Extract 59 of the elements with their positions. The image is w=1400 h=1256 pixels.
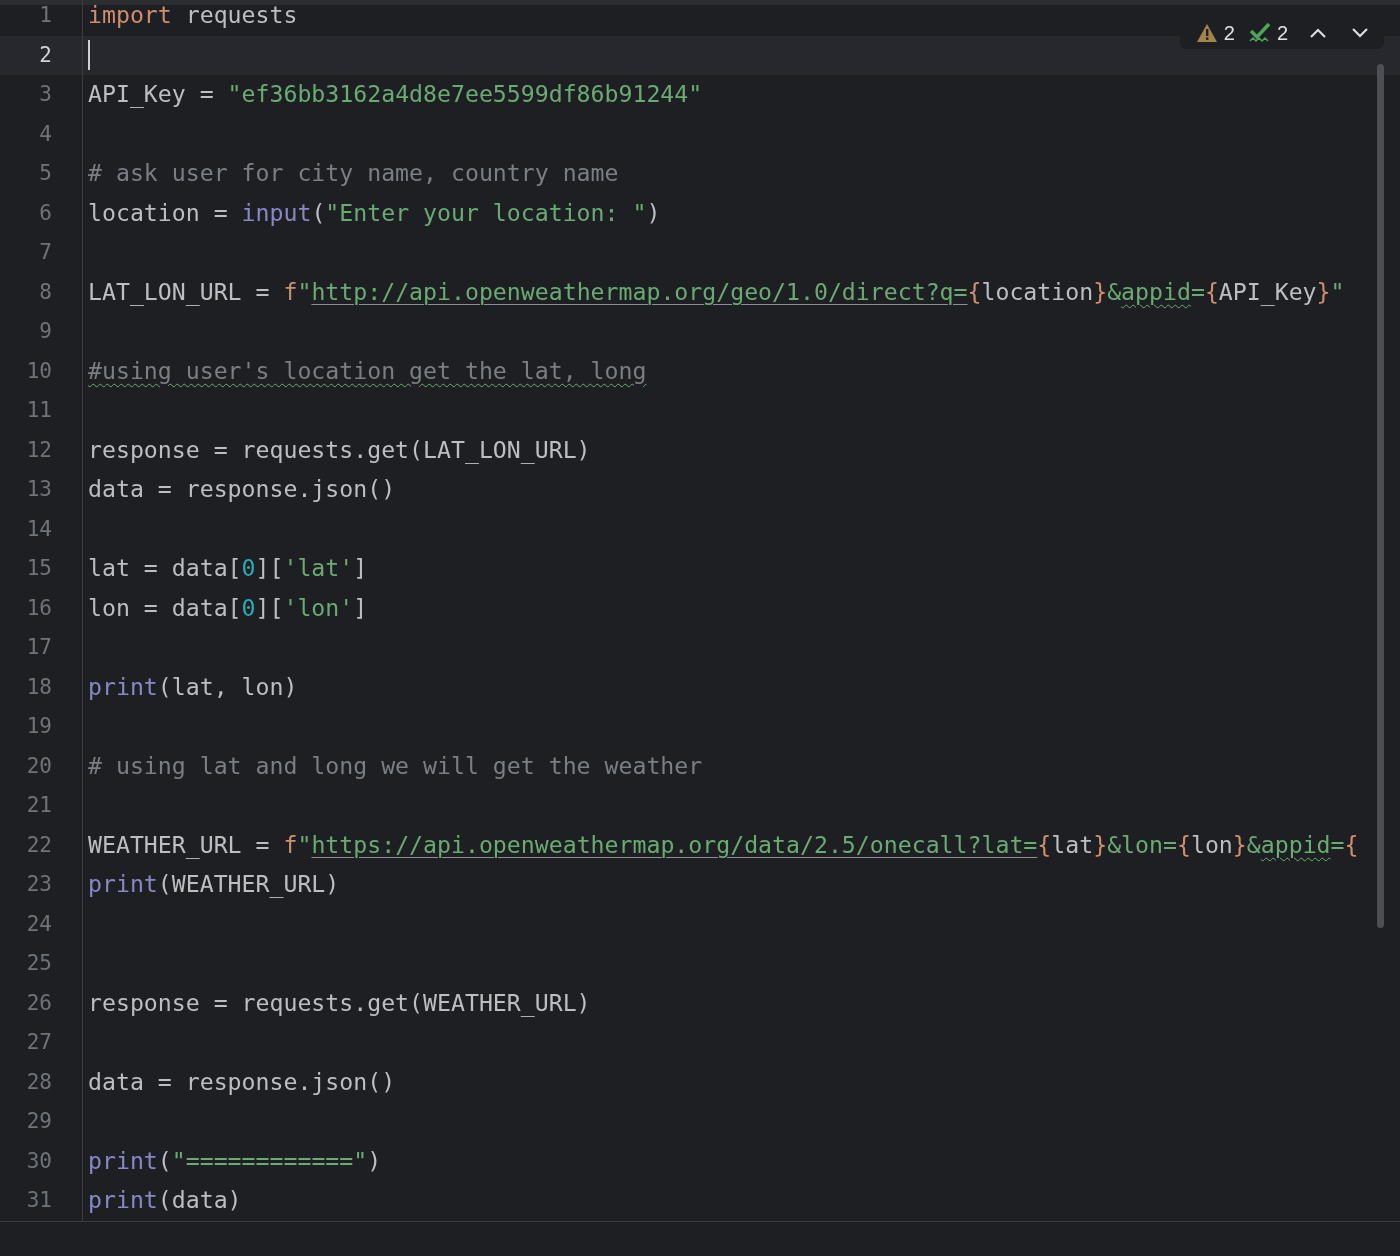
previous-button[interactable] bbox=[1310, 27, 1326, 38]
line-number: 17 bbox=[26, 634, 52, 661]
line-number: 10 bbox=[26, 357, 52, 385]
text-cursor bbox=[88, 40, 90, 71]
scrollbar[interactable] bbox=[1377, 64, 1384, 928]
chevron-up-icon bbox=[1310, 27, 1326, 38]
line-number: 18 bbox=[26, 673, 52, 701]
line-number: 20 bbox=[26, 752, 52, 780]
line-number: 4 bbox=[39, 120, 52, 148]
line-number: 1 bbox=[39, 2, 52, 29]
spellcheck-icon bbox=[1248, 21, 1271, 44]
line-number: 7 bbox=[39, 239, 52, 266]
line-number: 26 bbox=[26, 989, 52, 1017]
line-number: 28 bbox=[26, 1068, 52, 1096]
code-line: # using lat and long we will get the weather bbox=[88, 750, 703, 781]
code-line: print(lat, lon) bbox=[88, 671, 298, 702]
line-number: 14 bbox=[26, 515, 52, 543]
code-line: LAT_LON_URL = f"http://api.openweathermap.org/geo/1.0/direct?q={location}&appid={API_Key}" bbox=[88, 276, 1345, 308]
line-number: 30 bbox=[26, 1147, 52, 1175]
line-number: 2 bbox=[39, 41, 52, 69]
checks-button[interactable]: 2 bbox=[1248, 17, 1288, 48]
line-number: 16 bbox=[26, 594, 52, 622]
next-button[interactable] bbox=[1352, 27, 1368, 38]
line-number: 13 bbox=[26, 476, 52, 503]
code-line: #using user's location get the lat, long bbox=[88, 355, 647, 386]
code-line: location = input("Enter your location: ") bbox=[88, 197, 661, 228]
line-number: 23 bbox=[26, 871, 52, 898]
code-line: print("============") bbox=[88, 1145, 382, 1176]
line-number: 24 bbox=[26, 910, 52, 938]
line-number: 27 bbox=[26, 1029, 52, 1056]
line-number: 22 bbox=[26, 831, 52, 859]
code-line: lat = data[0]['lat'] bbox=[88, 553, 368, 584]
code-line: data = response.json() bbox=[88, 474, 396, 505]
line-number: 5 bbox=[39, 160, 52, 187]
line-number: 19 bbox=[26, 713, 52, 740]
line-number: 9 bbox=[39, 318, 52, 345]
code-line: WEATHER_URL = f"https://api.openweathermap.org/data/2.5/onecall?lat={lat}&lon={lon}&appid={ bbox=[88, 829, 1359, 861]
line-number: 3 bbox=[39, 81, 52, 108]
code-line: response = requests.get(LAT_LON_URL) bbox=[88, 434, 591, 466]
chevron-down-icon bbox=[1352, 27, 1368, 38]
line-number: 29 bbox=[26, 1108, 52, 1135]
code-line: # ask user for city name, country name bbox=[88, 158, 619, 189]
code-line: import requests bbox=[88, 0, 298, 31]
code-line: print(WEATHER_URL) bbox=[88, 869, 340, 900]
line-number: 6 bbox=[39, 199, 52, 227]
code-line: response = requests.get(WEATHER_URL) bbox=[88, 987, 591, 1019]
warnings-button[interactable]: 2 bbox=[1195, 17, 1235, 48]
line-number: 31 bbox=[26, 1187, 52, 1214]
code-line: API_Key = "ef36bb3162a4d8e7ee5599df86b91244" bbox=[88, 79, 703, 110]
warning-icon bbox=[1195, 22, 1218, 43]
line-number: 12 bbox=[26, 436, 52, 464]
code-line: data = response.json() bbox=[88, 1066, 396, 1097]
line-number: 15 bbox=[26, 555, 52, 582]
line-number: 11 bbox=[26, 397, 52, 424]
code-line: lon = data[0]['lon'] bbox=[88, 592, 368, 623]
line-number: 25 bbox=[26, 950, 52, 977]
line-number: 21 bbox=[26, 792, 52, 819]
line-number: 8 bbox=[39, 278, 52, 306]
code-line: print(data) bbox=[88, 1185, 242, 1216]
